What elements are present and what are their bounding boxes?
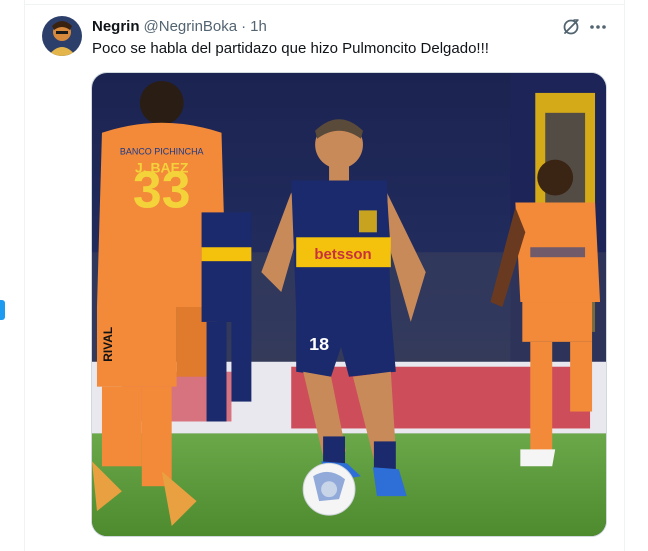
timeline-top-border <box>24 4 625 5</box>
scroll-indicator[interactable] <box>0 300 5 320</box>
display-name[interactable]: Negrin <box>92 17 140 37</box>
tweet-header: Negrin @NegrinBoka · 1h <box>92 17 267 37</box>
timestamp[interactable]: 1h <box>250 17 267 37</box>
tweet-photo[interactable]: 33 J. BAEZ BANCO PICHINCHA RIVAL betsson… <box>91 72 607 537</box>
player-blue-background <box>201 212 252 422</box>
soccer-ball <box>302 462 356 516</box>
svg-text:RIVAL: RIVAL <box>101 327 115 362</box>
svg-text:BANCO PICHINCHA: BANCO PICHINCHA <box>120 147 204 157</box>
svg-text:18: 18 <box>309 334 329 354</box>
timeline-right-border <box>624 0 625 551</box>
timeline-left-border <box>24 0 25 551</box>
user-handle[interactable]: @NegrinBoka <box>144 17 238 37</box>
tweet-text: Poco se habla del partidazo que hizo Pul… <box>92 40 489 57</box>
separator-dot: · <box>241 18 247 35</box>
soccer-photo-icon: 33 J. BAEZ BANCO PICHINCHA RIVAL betsson… <box>92 73 606 536</box>
user-avatar-icon <box>42 16 82 56</box>
avatar[interactable] <box>42 16 82 56</box>
grok-icon[interactable] <box>561 17 581 37</box>
more-icon[interactable] <box>588 17 608 37</box>
svg-text:J. BAEZ: J. BAEZ <box>135 160 189 176</box>
svg-text:betsson: betsson <box>314 246 371 263</box>
